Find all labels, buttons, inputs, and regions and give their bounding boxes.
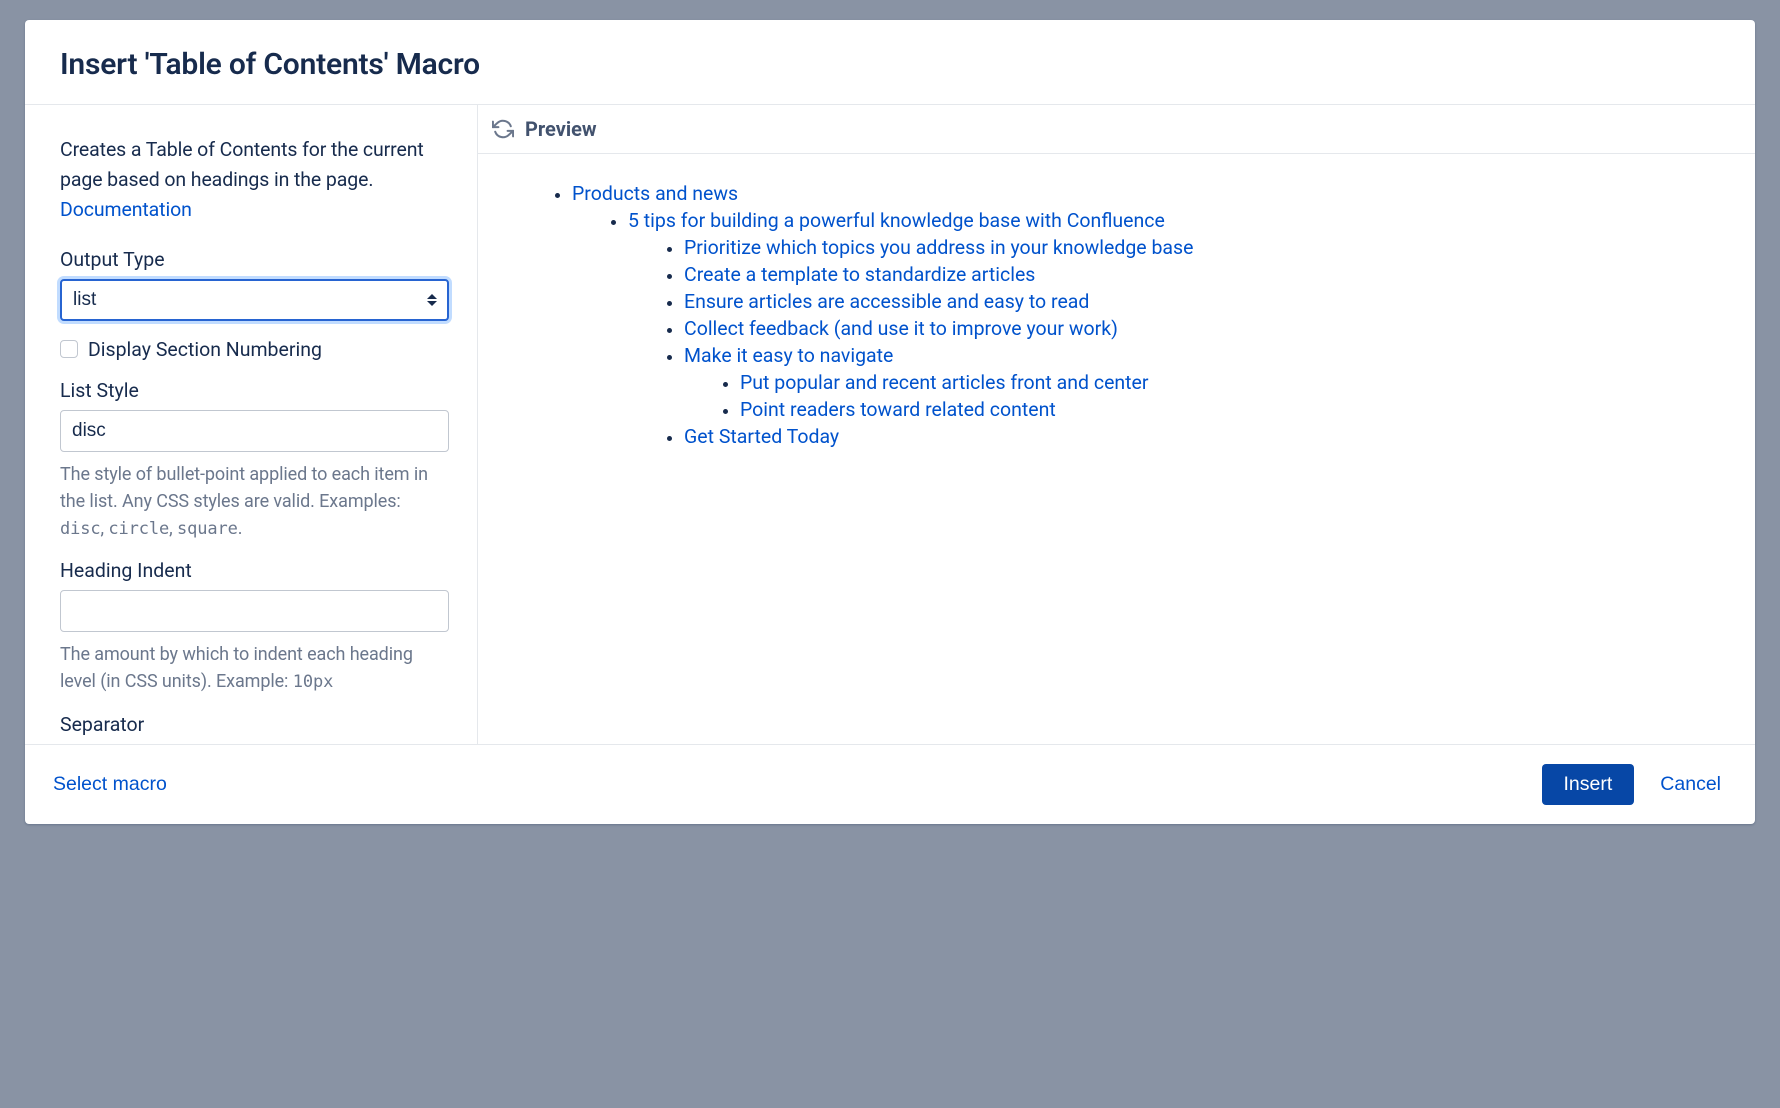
toc-item: 5 tips for building a powerful knowledge…: [628, 209, 1715, 448]
display-section-numbering-checkbox[interactable]: [60, 340, 78, 358]
toc-root: Products and news 5 tips for building a p…: [538, 182, 1715, 448]
output-type-select[interactable]: list: [60, 279, 449, 321]
output-type-label: Output Type: [60, 248, 449, 271]
preview-pane: Preview Products and news 5 tips for buil…: [478, 105, 1755, 744]
separator-label: Separator: [60, 713, 449, 736]
toc-link[interactable]: Ensure articles are accessible and easy …: [684, 290, 1089, 313]
list-style-label: List Style: [60, 379, 449, 402]
select-macro-button[interactable]: Select macro: [45, 767, 175, 802]
toc-item: Collect feedback (and use it to improve …: [684, 317, 1715, 340]
preview-title: Preview: [525, 117, 597, 141]
documentation-link[interactable]: Documentation: [60, 198, 192, 221]
toc-sublist: 5 tips for building a powerful knowledge…: [572, 209, 1715, 448]
toc-link[interactable]: Point readers toward related content: [740, 398, 1056, 421]
field-heading-indent: Heading Indent The amount by which to in…: [60, 559, 449, 696]
display-section-numbering-label: Display Section Numbering: [88, 338, 322, 361]
toc-item: Create a template to standardize article…: [684, 263, 1715, 286]
insert-button[interactable]: Insert: [1542, 764, 1635, 805]
macro-dialog: Insert 'Table of Contents' Macro Creates…: [25, 20, 1755, 824]
cancel-button[interactable]: Cancel: [1652, 767, 1729, 802]
list-style-help: The style of bullet-point applied to eac…: [60, 461, 449, 543]
toc-link[interactable]: Create a template to standardize article…: [684, 263, 1035, 286]
toc-link[interactable]: Collect feedback (and use it to improve …: [684, 317, 1118, 340]
toc-link[interactable]: Prioritize which topics you address in y…: [684, 236, 1193, 259]
heading-indent-help-text: The amount by which to indent each headi…: [60, 644, 413, 692]
dialog-body: Creates a Table of Contents for the curr…: [25, 105, 1755, 745]
dialog-footer: Select macro Insert Cancel: [25, 745, 1755, 824]
toc-link[interactable]: Get Started Today: [684, 425, 839, 448]
toc-item: Point readers toward related content: [740, 398, 1715, 421]
toc-link[interactable]: 5 tips for building a powerful knowledge…: [628, 209, 1165, 232]
output-type-wrapper: list: [60, 279, 449, 321]
toc-item: Get Started Today: [684, 425, 1715, 448]
toc-item: Ensure articles are accessible and easy …: [684, 290, 1715, 313]
heading-indent-label: Heading Indent: [60, 559, 449, 582]
toc-sublist: Prioritize which topics you address in y…: [628, 236, 1715, 448]
field-output-type: Output Type list: [60, 248, 449, 321]
heading-indent-input[interactable]: [60, 590, 449, 632]
preview-body: Products and news 5 tips for building a p…: [478, 154, 1755, 476]
dialog-header: Insert 'Table of Contents' Macro: [25, 20, 1755, 105]
toc-sublist: Put popular and recent articles front an…: [684, 371, 1715, 421]
toc-item: Put popular and recent articles front an…: [740, 371, 1715, 394]
field-list-style: List Style The style of bullet-point app…: [60, 379, 449, 543]
toc-item: Products and news 5 tips for building a p…: [572, 182, 1715, 448]
list-style-help-text: The style of bullet-point applied to eac…: [60, 464, 428, 512]
list-style-help-code-2: square: [177, 519, 238, 539]
toc-link[interactable]: Products and news: [572, 182, 738, 205]
list-style-help-code-0: disc: [60, 519, 101, 539]
macro-description-text: Creates a Table of Contents for the curr…: [60, 138, 424, 191]
preview-header: Preview: [478, 105, 1755, 154]
list-style-help-code-1: circle: [108, 519, 169, 539]
macro-config-panel: Creates a Table of Contents for the curr…: [25, 105, 478, 744]
refresh-icon[interactable]: [492, 118, 514, 140]
heading-indent-help-code: 10px: [293, 672, 334, 692]
toc-link[interactable]: Make it easy to navigate: [684, 344, 893, 367]
list-style-input[interactable]: [60, 410, 449, 452]
toc-link[interactable]: Put popular and recent articles front an…: [740, 371, 1149, 394]
field-display-section-numbering: Display Section Numbering: [60, 338, 449, 361]
heading-indent-help: The amount by which to indent each headi…: [60, 641, 449, 696]
macro-description: Creates a Table of Contents for the curr…: [60, 135, 449, 226]
toc-item: Prioritize which topics you address in y…: [684, 236, 1715, 259]
dialog-title: Insert 'Table of Contents' Macro: [60, 47, 1720, 82]
field-separator: Separator: [60, 713, 449, 736]
footer-actions: Insert Cancel: [1542, 764, 1729, 805]
toc-item: Make it easy to navigate Put popular and …: [684, 344, 1715, 421]
